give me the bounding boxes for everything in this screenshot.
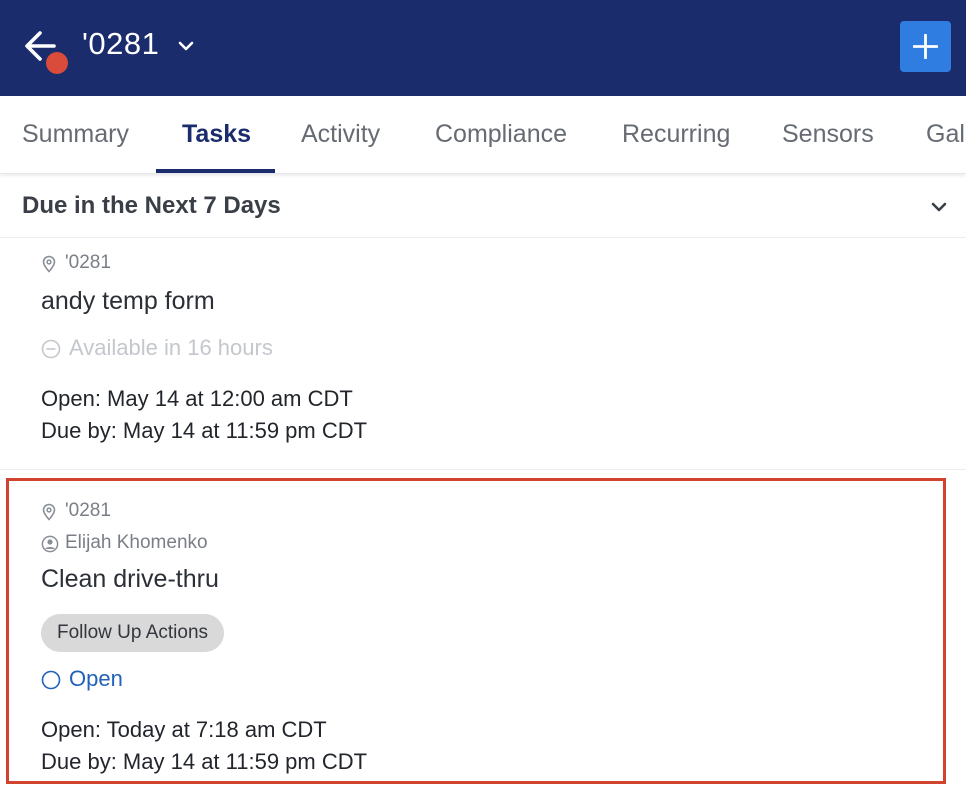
task-card-highlighted[interactable]: '0281 Elijah Khomenko Clean drive-thru F… [6,478,946,784]
task-open-time: Open: May 14 at 12:00 am CDT [41,386,353,411]
task-assignee-label: Elijah Khomenko [65,532,208,553]
task-due-time: Due by: May 14 at 11:59 pm CDT [41,749,368,774]
user-circle-icon [41,535,59,553]
notification-dot [46,52,68,74]
tab-bar: Summary Tasks Activity Compliance Recurr… [0,96,966,174]
task-status-label: Open [69,666,123,691]
task-title: andy temp form [41,287,215,315]
store-selector-label[interactable]: '0281 [82,26,159,62]
open-circle-icon [41,670,61,690]
tab-tasks[interactable]: Tasks [182,96,251,173]
section-title: Due in the Next 7 Days [22,192,281,219]
tab-summary[interactable]: Summary [22,96,129,173]
section-header[interactable]: Due in the Next 7 Days [0,174,966,238]
chevron-down-icon[interactable] [176,36,196,56]
plus-icon [913,34,938,59]
add-button[interactable] [900,21,951,72]
task-title: Clean drive-thru [41,565,219,593]
location-pin-icon [42,255,56,273]
location-pin-icon [42,503,56,521]
tab-sensors[interactable]: Sensors [782,96,874,173]
follow-up-tag[interactable]: Follow Up Actions [41,614,225,652]
task-open-time: Open: Today at 7:18 am CDT [41,717,327,742]
task-location-label: '0281 [65,252,111,273]
tab-compliance[interactable]: Compliance [435,96,567,173]
back-button[interactable] [22,24,68,74]
task-card[interactable]: '0281 andy temp form Available in 16 hou… [0,238,966,470]
tab-gallery[interactable]: Gall [926,96,966,173]
active-tab-indicator [156,169,275,173]
unavailable-icon [41,339,61,359]
task-due-time: Due by: May 14 at 11:59 pm CDT [41,418,368,443]
tab-activity[interactable]: Activity [301,96,380,173]
chevron-down-icon[interactable] [930,198,948,216]
task-location-label: '0281 [65,500,111,521]
task-status-label: Available in 16 hours [69,335,273,360]
top-app-bar: '0281 [0,0,966,96]
tab-recurring[interactable]: Recurring [622,96,730,173]
